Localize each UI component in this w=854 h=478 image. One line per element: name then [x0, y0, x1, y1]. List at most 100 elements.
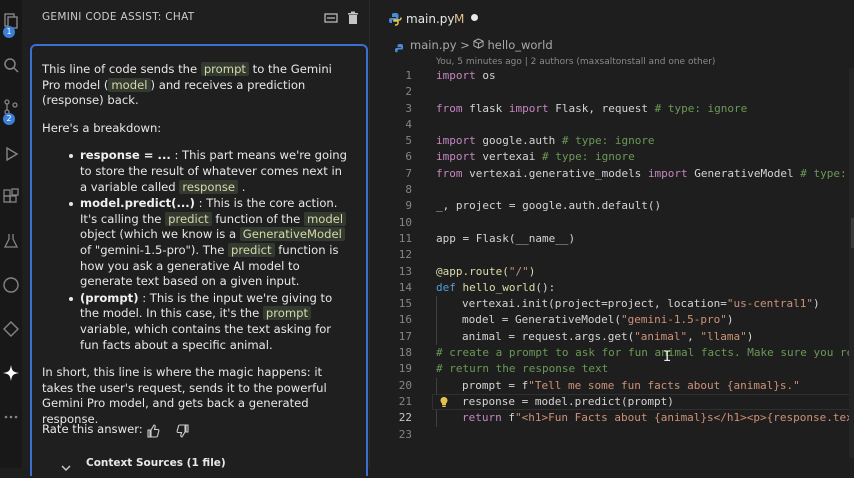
line-number: 6 [405, 150, 412, 164]
token: flask [462, 101, 509, 115]
chevron-down-icon[interactable] [60, 459, 72, 471]
code-chip: response [179, 179, 239, 194]
token: "gemini-1.5-pro" [620, 313, 727, 327]
line-source: from vertexai.generative_models import G… [436, 166, 854, 182]
breakdown-bullet: response = ... : This part means we're g… [42, 148, 348, 195]
line-source: model = GenerativeModel("gemini-1.5-pro"… [462, 312, 734, 328]
code-line: 9 _, project = google.auth.default() [370, 198, 854, 214]
token: return [462, 411, 502, 425]
token: @app.route( [436, 264, 509, 278]
token: vertexai.init(project=project, location= [462, 297, 727, 311]
run-debug-icon[interactable] [2, 145, 20, 163]
line-number: 4 [405, 117, 412, 131]
line-source: # return the response text [436, 362, 609, 376]
testing-flask-icon[interactable] [2, 232, 20, 250]
source-control-badge: 2 [3, 113, 15, 125]
text-run: variable, which contains the text asking… [80, 321, 332, 352]
gemini-sparkle-icon[interactable] [2, 364, 20, 382]
token: animal = request.args.get( [462, 329, 635, 343]
cloud-code-icon[interactable] [2, 320, 20, 338]
thumbs-down-icon[interactable] [176, 423, 190, 438]
code-line: 8 [370, 182, 854, 198]
trash-icon[interactable] [346, 10, 360, 24]
breadcrumb-file[interactable]: main.py [410, 38, 457, 52]
cube-symbol-icon [473, 38, 487, 52]
activity-bar: 1 2 [0, 0, 22, 468]
code-line: 17 animal = request.args.get("animal", "l… [370, 328, 854, 346]
text-run: of "gemini-1.5-pro"). The [80, 242, 229, 257]
github-icon[interactable] [2, 276, 20, 294]
token: vertexai.generative_models [462, 166, 648, 180]
line-source: def hello_world(): [436, 280, 555, 296]
line-number: 10 [398, 215, 412, 229]
context-sources-toggle[interactable]: Context Sources (1 file) [86, 457, 226, 469]
indent-guide [436, 328, 437, 346]
line-number: 20 [398, 378, 412, 392]
token: # type: ignore [541, 150, 635, 164]
line-number: 21 [398, 394, 412, 408]
token: Flask, request [548, 101, 655, 115]
token: model = GenerativeModel( [462, 313, 621, 327]
line-source: @app.route("/") [436, 264, 535, 280]
line-number: 5 [405, 134, 412, 148]
code-lines[interactable]: 1 import os 2 3 from flask import Flask, r… [370, 68, 854, 443]
token: import [508, 101, 549, 115]
code-line: 3 from flask import Flask, request # type… [370, 101, 854, 117]
token: # type: ignore [654, 101, 748, 115]
token: ) [813, 297, 820, 311]
code-line: 14 def hello_world(): [370, 280, 854, 296]
line-number: 17 [398, 329, 412, 343]
line-source: # create a prompt to ask for fun animal … [436, 346, 854, 360]
line-number: 3 [405, 101, 412, 115]
token: f [501, 411, 515, 425]
line-number: 12 [398, 248, 412, 262]
token: import [436, 134, 476, 148]
line-number: 2 [405, 85, 412, 99]
line-number: 15 [398, 297, 412, 311]
token: hello_world [455, 280, 536, 294]
code-line: 19 # return the response text [370, 361, 854, 377]
code-chip: GenerativeModel [239, 227, 345, 242]
token: prompt = f [462, 378, 529, 392]
token: , [687, 329, 701, 343]
token: "/" [508, 264, 529, 278]
token: # type: i [800, 166, 854, 180]
token: "animal" [634, 329, 688, 343]
line-source: vertexai.init(project=project, location=… [462, 296, 820, 312]
thumbs-up-icon[interactable] [146, 423, 160, 438]
code-line: 5 import google.auth # type: ignore [370, 133, 854, 149]
code-line: 22 return f"<h1>Fun Facts about {animal}s… [370, 410, 854, 427]
lightbulb-icon[interactable] [438, 396, 450, 408]
line-source: return f"<h1>Fun Facts about {animal}s</… [462, 410, 854, 426]
breadcrumb-symbol[interactable]: hello_world [487, 38, 552, 52]
line-number: 18 [398, 346, 412, 360]
line-source: import google.auth # type: ignore [436, 133, 655, 149]
token: "<h1>Fun Facts about {animal}s</h1><p>{r… [515, 411, 854, 425]
bullet-term: response = ... [80, 148, 171, 163]
code-line: 10 [370, 215, 854, 231]
code-chip: model [303, 211, 347, 226]
more-icon[interactable] [2, 408, 20, 426]
line-source: prompt = f"Tell me some fun facts about … [462, 378, 800, 394]
rate-answer-label: Rate this answer: [42, 422, 143, 436]
breakdown-bullet: model.predict(...) : This is the core ac… [42, 196, 348, 290]
text-run: function of the [211, 211, 304, 226]
unsaved-dot-icon[interactable] [471, 14, 478, 21]
token: vertexai [475, 150, 542, 164]
line-source: import vertexai # type: ignore [436, 149, 635, 165]
explorer-badge: 1 [3, 26, 15, 38]
gemini-chat-panel: GEMINI CODE ASSIST: CHAT This line of co… [22, 0, 377, 476]
line-number: 19 [398, 362, 412, 376]
indent-guide [436, 377, 437, 394]
code-editor: main.py M main.py > hello_world You, 5 m… [369, 0, 854, 468]
token: google.auth [475, 134, 562, 148]
chat-history-icon[interactable] [324, 10, 338, 24]
token: (): [535, 280, 556, 294]
search-icon[interactable] [2, 56, 20, 74]
code-line: 23 [370, 427, 854, 443]
editor-tab-main-py[interactable]: main.py M [370, 0, 490, 36]
editor-scrollbar[interactable] [849, 68, 854, 458]
extensions-icon[interactable] [2, 188, 20, 206]
git-blame-annotation[interactable]: You, 5 minutes ago | 2 authors (maxsalto… [436, 57, 715, 67]
line-number: 14 [398, 280, 412, 294]
